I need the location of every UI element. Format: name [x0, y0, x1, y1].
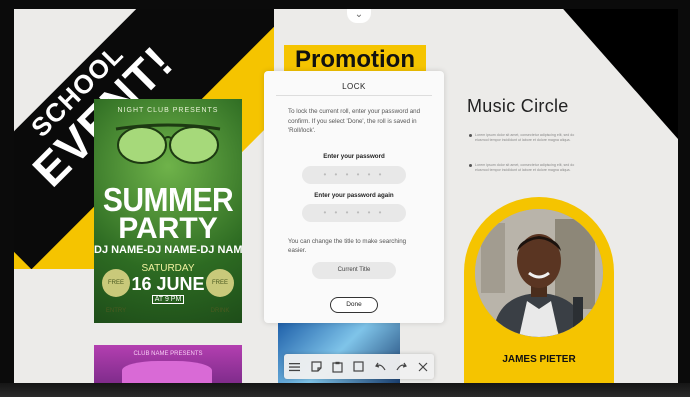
summer-party-poster[interactable]: NIGHT CLUB PRESENTS SUMMER PARTY DJ NAME…	[94, 99, 242, 323]
paste-icon[interactable]	[330, 359, 346, 375]
music-bullet-1-text: Lorem ipsum dolor sit amet, consectetur …	[475, 133, 575, 143]
dialog-divider	[276, 95, 432, 96]
lock-dialog-title: LOCK	[342, 82, 366, 91]
pink-poster-presents: CLUB NAME PRESENTS	[133, 351, 203, 357]
chevron-down-icon[interactable]: ⌄	[347, 9, 371, 23]
music-bullet-2-text: Lorem ipsum dolor sit amet, consectetur …	[475, 163, 575, 173]
current-title-input[interactable]: Current Title	[312, 262, 396, 279]
done-button[interactable]: Done	[330, 297, 378, 313]
pink-sunglasses-icon	[122, 361, 212, 383]
music-bullet-2: Lorem ipsum dolor sit amet, consectetur …	[469, 163, 579, 174]
whiteboard-canvas[interactable]: SCHOOL EVENT! ⌄ NIGHT CLUB PRESENTS SUMM…	[14, 9, 678, 383]
poster-badge-left: FREE ENTRY	[102, 269, 130, 314]
password-label: Enter your password	[323, 153, 385, 160]
menu-icon[interactable]	[287, 359, 303, 375]
poster-djs: DJ NAME-DJ NAME-DJ NAME	[94, 244, 242, 256]
password-input[interactable]: • • • • • •	[302, 166, 406, 184]
bullet-dot	[469, 134, 472, 137]
poster-title-line2: PARTY	[118, 212, 218, 245]
pink-party-poster[interactable]: CLUB NAME PRESENTS	[94, 345, 242, 383]
corner-decoration	[563, 9, 678, 139]
bottom-toolbar	[284, 354, 434, 379]
select-icon[interactable]	[351, 359, 367, 375]
sunglasses-icon	[115, 123, 221, 164]
music-bullet-1: Lorem ipsum dolor sit amet, consectetur …	[469, 133, 579, 144]
lock-dialog: LOCK To lock the current roll, enter you…	[264, 71, 444, 323]
confirm-password-label: Enter your password again	[314, 192, 394, 199]
profile-photo	[475, 209, 603, 337]
display-stand	[0, 383, 690, 397]
poster-badge-right: FREE DRINK	[206, 269, 234, 314]
close-icon[interactable]	[415, 359, 431, 375]
music-circle-title: Music Circle	[467, 96, 569, 116]
person-portrait	[475, 209, 603, 337]
title-note: You can change the title to make searchi…	[288, 238, 407, 255]
redo-icon[interactable]	[394, 359, 410, 375]
poster-presents: NIGHT CLUB PRESENTS	[117, 107, 219, 114]
undo-icon[interactable]	[372, 359, 388, 375]
sticky-note-icon[interactable]	[308, 359, 324, 375]
poster-time: AT 9 PM	[152, 295, 184, 304]
confirm-password-input[interactable]: • • • • • •	[302, 204, 406, 222]
profile-name: JAMES PIETER	[502, 354, 576, 365]
lock-dialog-description: To lock the current roll, enter your pas…	[288, 108, 421, 135]
bullet-dot	[469, 164, 472, 167]
